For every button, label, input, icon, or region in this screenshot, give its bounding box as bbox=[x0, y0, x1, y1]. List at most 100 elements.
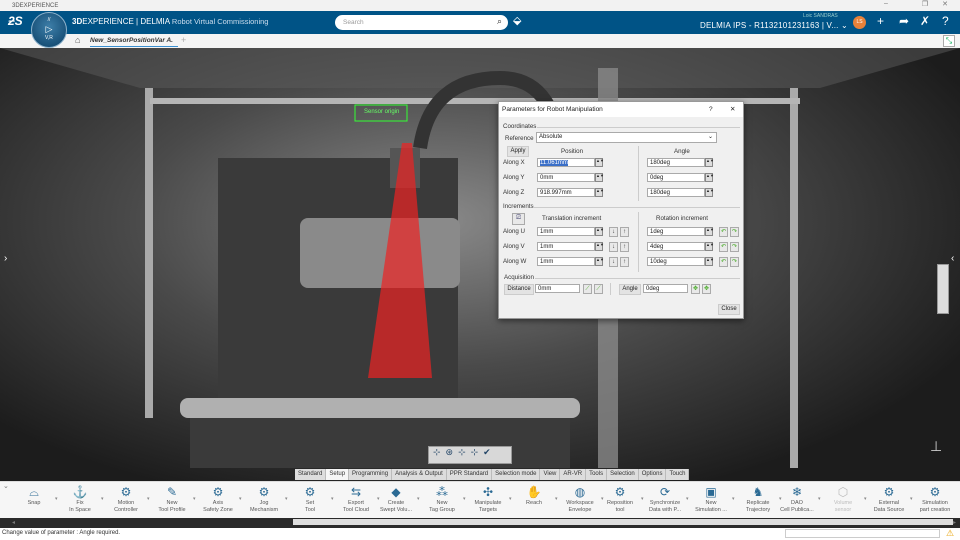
minimize-button[interactable]: – bbox=[877, 0, 895, 7]
rotate-plus-icon[interactable]: ↷ bbox=[730, 242, 739, 252]
spinner[interactable]: ▲▼ bbox=[595, 173, 604, 182]
spinner[interactable]: ▲▼ bbox=[595, 188, 604, 197]
tool-reach[interactable]: ✋ Reach bbox=[511, 485, 557, 507]
rotate-minus-icon[interactable]: ↶ bbox=[719, 227, 728, 237]
angle-field[interactable]: 0deg bbox=[647, 173, 705, 182]
angle-field[interactable]: 180deg bbox=[647, 188, 705, 197]
rotation-increment-field[interactable]: 10deg bbox=[647, 257, 705, 266]
tool-fix-in-space[interactable]: ⚓ Fix In Space bbox=[57, 485, 103, 514]
translation-increment-field[interactable]: 1mm bbox=[537, 242, 595, 251]
tab-setup[interactable]: Setup bbox=[326, 469, 350, 480]
angle-field[interactable]: 180deg bbox=[647, 158, 705, 167]
add-icon[interactable]: + bbox=[877, 14, 884, 28]
tab-tools[interactable]: Tools bbox=[586, 469, 608, 480]
acquire-angle-alt-icon[interactable]: ✥ bbox=[702, 284, 711, 294]
translate-minus-icon[interactable]: ↓ bbox=[609, 227, 618, 237]
tab-view[interactable]: View bbox=[540, 469, 561, 480]
acquire-distance-icon[interactable]: ⟋ bbox=[583, 284, 592, 294]
tool-simulation-part-creation[interactable]: ⚙ Simulation part creation bbox=[912, 485, 958, 514]
translate-minus-icon[interactable]: ↓ bbox=[609, 242, 618, 252]
translate-minus-icon[interactable]: ↓ bbox=[609, 257, 618, 267]
tool-set-tool[interactable]: ⚙ Set Tool bbox=[287, 485, 333, 514]
3d-viewport[interactable]: Sensor origin › ‹ ⊹⊛⊹⊹✔ ⊥ bbox=[0, 48, 960, 481]
command-input[interactable] bbox=[785, 529, 940, 538]
scroll-right-icon[interactable]: ▸ bbox=[953, 519, 956, 526]
tool-axis-safety-zone[interactable]: ⚙ Axis Safety Zone bbox=[195, 485, 241, 514]
toolbar-scrollbar[interactable] bbox=[293, 519, 953, 525]
acquire-distance-alt-icon[interactable]: ⟋ bbox=[594, 284, 603, 294]
spinner[interactable]: ▲▼ bbox=[705, 242, 714, 251]
rotation-increment-field[interactable]: 1deg bbox=[647, 227, 705, 236]
reset-increments-icon[interactable]: ⎚ bbox=[512, 213, 525, 225]
translation-increment-field[interactable]: 1mm bbox=[537, 257, 595, 266]
tool-jog-mechanism[interactable]: ⚙ Jog Mechanism bbox=[241, 485, 287, 514]
ds-logo[interactable]: ƻS bbox=[8, 14, 23, 28]
sensor-origin-label[interactable]: Sensor origin bbox=[364, 109, 399, 115]
close-window-button[interactable]: ✕ bbox=[936, 0, 954, 8]
acquire-angle-icon[interactable]: ✥ bbox=[691, 284, 700, 294]
angle-button[interactable]: Angle bbox=[619, 284, 641, 295]
tool-external-data-source[interactable]: ⚙ External Data Source bbox=[866, 485, 912, 514]
translate-plus-icon[interactable]: ↑ bbox=[620, 227, 629, 237]
tool-new-tool-profile[interactable]: ✎ New Tool Profile bbox=[149, 485, 195, 514]
warning-icon[interactable]: ⚠ bbox=[946, 528, 954, 539]
spinner[interactable]: ▲▼ bbox=[705, 158, 714, 167]
translate-plus-icon[interactable]: ↑ bbox=[620, 257, 629, 267]
add-tab-button[interactable]: + bbox=[181, 35, 186, 45]
share-icon[interactable]: ➦ bbox=[899, 14, 909, 28]
distance-field[interactable]: 0mm bbox=[535, 284, 580, 293]
tool-reposition-tool[interactable]: ⚙ Reposition tool bbox=[597, 485, 643, 514]
spinner[interactable]: ▲▼ bbox=[705, 173, 714, 182]
rotation-increment-field[interactable]: 4deg bbox=[647, 242, 705, 251]
tool-manipulate-targets[interactable]: ✣ Manipulate Targets bbox=[465, 485, 511, 514]
search-input[interactable]: Search ⌕ bbox=[335, 15, 508, 30]
rotate-plus-icon[interactable]: ↷ bbox=[730, 257, 739, 267]
tool-volume-sensor[interactable]: ⬡ Volume sensor bbox=[820, 485, 866, 514]
tab-selection[interactable]: Selection bbox=[607, 469, 639, 480]
restore-button[interactable]: ❐ bbox=[916, 0, 934, 8]
right-panel-arrow-icon[interactable]: ‹ bbox=[951, 253, 954, 264]
play-icon[interactable]: ▷ bbox=[32, 24, 66, 35]
avatar[interactable]: LS bbox=[853, 16, 866, 29]
distance-button[interactable]: Distance bbox=[504, 284, 534, 295]
tab-programming[interactable]: Programming bbox=[349, 469, 393, 480]
rotate-minus-icon[interactable]: ↶ bbox=[719, 257, 728, 267]
tab-selection-mode[interactable]: Selection mode bbox=[492, 469, 541, 480]
tool-motion-controller[interactable]: ⚙ Motion Controller bbox=[103, 485, 149, 514]
tab-document[interactable]: New_SensorPositionVar A. bbox=[90, 37, 178, 47]
manipulation-toolbar[interactable]: ⊹⊛⊹⊹✔ bbox=[428, 446, 512, 464]
angle-acquisition-field[interactable]: 0deg bbox=[643, 284, 688, 293]
tab-ppr-standard[interactable]: PPR Standard bbox=[447, 469, 493, 480]
compass-widget[interactable]: // ▷ V,R bbox=[31, 12, 67, 48]
rotate-plus-icon[interactable]: ↷ bbox=[730, 227, 739, 237]
help-icon[interactable]: ? bbox=[942, 14, 949, 28]
toolbar-collapse-icon[interactable]: ⌄ bbox=[3, 482, 9, 490]
tag-icon[interactable]: ⬙ bbox=[513, 14, 521, 27]
close-button[interactable]: Close bbox=[718, 304, 740, 315]
position-field[interactable]: 918.997mm bbox=[537, 188, 595, 197]
tool-synchronize-data-with-p-[interactable]: ⟳ Synchronize Data with P... bbox=[642, 485, 688, 514]
tools-icon[interactable]: ✗ bbox=[920, 14, 930, 28]
tab-standard[interactable]: Standard bbox=[295, 469, 327, 480]
tool-dao-cell-publica-[interactable]: ❄ DAO Cell Publica... bbox=[774, 485, 820, 514]
reference-select[interactable]: Absolute ⌄ bbox=[536, 132, 717, 143]
rotate-minus-icon[interactable]: ↶ bbox=[719, 242, 728, 252]
tool-snap[interactable]: ⌓ Snap bbox=[11, 485, 57, 507]
tab-options[interactable]: Options bbox=[639, 469, 667, 480]
tool-new-tag-group[interactable]: ⁂ New Tag Group bbox=[419, 485, 465, 514]
spinner[interactable]: ▲▼ bbox=[595, 242, 604, 251]
spinner[interactable]: ▲▼ bbox=[595, 158, 604, 167]
home-icon[interactable]: ⌂ bbox=[75, 35, 80, 45]
spinner[interactable]: ▲▼ bbox=[705, 188, 714, 197]
spinner[interactable]: ▲▼ bbox=[595, 227, 604, 236]
close-dialog-button[interactable]: ✕ bbox=[730, 105, 735, 113]
view-tools-panel[interactable] bbox=[937, 264, 949, 314]
spinner[interactable]: ▲▼ bbox=[705, 257, 714, 266]
spinner[interactable]: ▲▼ bbox=[595, 257, 604, 266]
tab-ar-vr[interactable]: AR-VR bbox=[560, 469, 587, 480]
position-field[interactable]: 11.061mm bbox=[537, 158, 595, 167]
collapse-icon[interactable]: ⤡ bbox=[943, 35, 955, 47]
tab-analysis-output[interactable]: Analysis & Output bbox=[392, 469, 447, 480]
search-icon[interactable]: ⌕ bbox=[497, 16, 502, 27]
left-panel-arrow-icon[interactable]: › bbox=[4, 253, 7, 264]
